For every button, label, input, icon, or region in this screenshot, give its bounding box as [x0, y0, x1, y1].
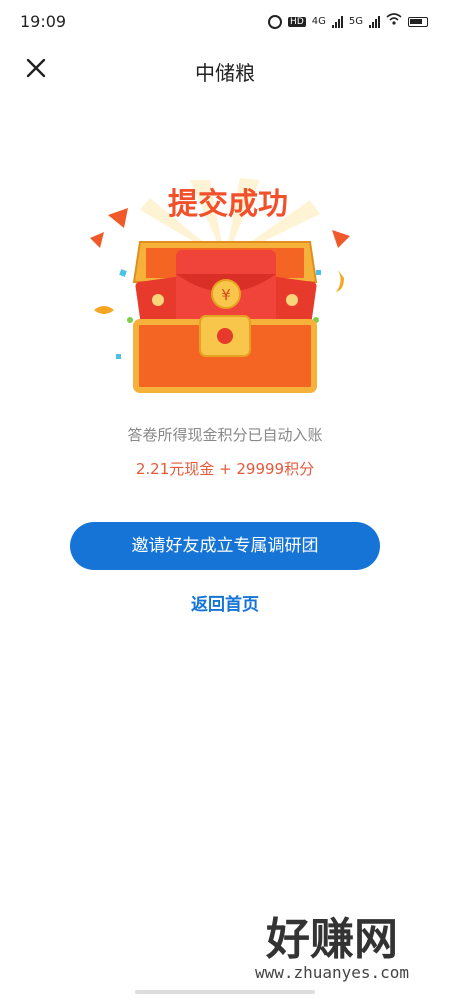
invite-friends-button[interactable]: 邀请好友成立专属调研团: [70, 522, 380, 570]
page-title: 中储粮: [195, 61, 255, 85]
network-4g-icon: 4G: [311, 15, 326, 27]
signal-icon: [331, 15, 343, 28]
app-header: 中储粮: [0, 44, 450, 98]
network-5g-icon: 5G: [348, 15, 363, 27]
watermark-url: www.zhuanyes.com: [255, 963, 409, 982]
result-description: 答卷所得现金积分已自动入账: [127, 426, 323, 444]
hd-icon: HD: [288, 16, 306, 27]
status-icons: HD 4G 5G: [268, 13, 428, 30]
success-banner: 提交成功: [168, 187, 288, 222]
signal-icon-2: [369, 15, 380, 28]
watermark-logo: 好赚网 www.zhuanyes.com: [232, 906, 432, 986]
reward-amount: 2.21元现金 + 29999积分: [135, 460, 315, 478]
home-indicator[interactable]: [135, 990, 315, 994]
wifi-icon: [386, 13, 402, 30]
status-time: 19:09: [20, 12, 67, 31]
watermark-logo-text: 好赚网: [265, 914, 398, 965]
alarm-icon: [268, 14, 283, 29]
battery-icon: [408, 16, 428, 27]
success-illustration: ¥ 提交成功: [80, 170, 370, 400]
back-home-link[interactable]: 返回首页: [0, 590, 450, 615]
coin-symbol: ¥: [221, 286, 231, 304]
status-bar: 19:09 HD 4G 5G: [0, 0, 450, 44]
